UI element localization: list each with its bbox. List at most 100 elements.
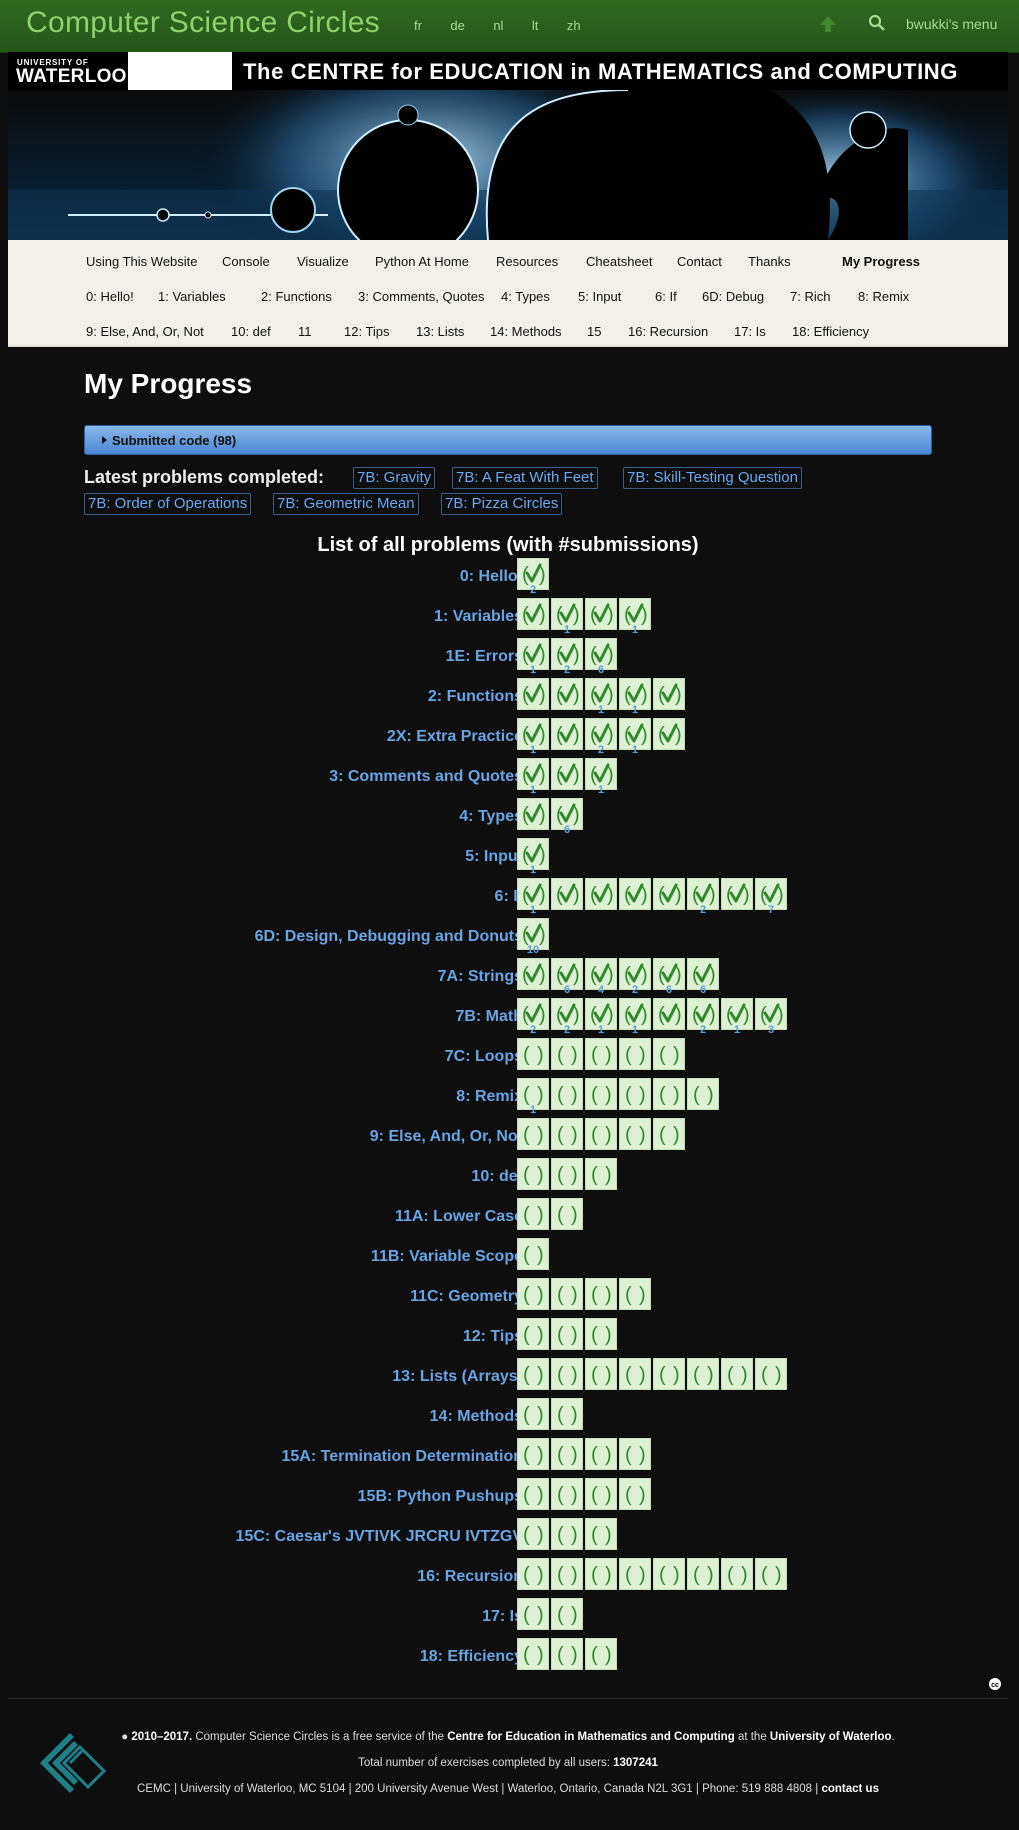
problem-incomplete-icon[interactable]: () xyxy=(551,1078,583,1110)
nav-link-visualize[interactable]: Visualize xyxy=(297,254,349,269)
contact-us-link[interactable]: contact us xyxy=(821,1783,879,1795)
problem-lesson-link[interactable]: 15B: Python Pushups xyxy=(358,1488,523,1506)
problem-incomplete-icon[interactable]: () xyxy=(619,1478,651,1510)
problem-incomplete-icon[interactable]: () xyxy=(585,1118,617,1150)
problem-incomplete-icon[interactable]: () xyxy=(619,1038,651,1070)
problem-lesson-link[interactable]: 7A: Strings xyxy=(438,968,523,986)
problem-complete-icon[interactable]: () xyxy=(517,598,549,630)
creative-commons-icon[interactable]: cc xyxy=(988,1677,1002,1691)
problem-complete-icon[interactable]: () xyxy=(653,678,685,710)
problem-incomplete-icon[interactable]: () xyxy=(585,1518,617,1550)
problem-lesson-link[interactable]: 9: Else, And, Or, Not xyxy=(370,1128,523,1146)
nav-link-thanks[interactable]: Thanks xyxy=(748,254,791,269)
problem-incomplete-icon[interactable]: () xyxy=(653,1038,685,1070)
lang-link-lt[interactable]: lt xyxy=(532,18,539,33)
cemc-title[interactable]: The CENTRE for EDUCATION in MATHEMATICS … xyxy=(243,59,958,85)
problem-incomplete-icon[interactable]: () xyxy=(585,1358,617,1390)
problem-complete-icon[interactable]: () xyxy=(653,878,685,910)
problem-incomplete-icon[interactable]: () xyxy=(551,1638,583,1670)
nav-lesson-2[interactable]: 2: Functions xyxy=(261,289,332,304)
nav-lesson-3[interactable]: 3: Comments, Quotes xyxy=(358,289,484,304)
problem-incomplete-icon[interactable]: () xyxy=(517,1398,549,1430)
problem-incomplete-icon[interactable]: () xyxy=(653,1558,685,1590)
problem-incomplete-icon[interactable]: () xyxy=(721,1558,753,1590)
nav-lesson-1[interactable]: 1: Variables xyxy=(158,289,226,304)
problem-incomplete-icon[interactable]: () xyxy=(517,1238,549,1270)
problem-incomplete-icon[interactable]: () xyxy=(551,1278,583,1310)
problem-incomplete-icon[interactable]: () xyxy=(755,1358,787,1390)
problem-incomplete-icon[interactable]: () xyxy=(687,1078,719,1110)
site-title[interactable]: Computer Science Circles xyxy=(26,6,380,40)
problem-lesson-link[interactable]: 10: def xyxy=(471,1168,523,1186)
nav-link-my-progress[interactable]: My Progress xyxy=(842,254,920,269)
problem-incomplete-icon[interactable]: () xyxy=(517,1558,549,1590)
problem-incomplete-icon[interactable]: () xyxy=(585,1478,617,1510)
problem-incomplete-icon[interactable]: () xyxy=(517,1478,549,1510)
nav-lesson-17[interactable]: 17: Is xyxy=(734,324,766,339)
latest-problem-link[interactable]: 7B: Pizza Circles xyxy=(441,493,563,515)
nav-lesson-5[interactable]: 5: Input xyxy=(578,289,621,304)
problem-lesson-link[interactable]: 12: Tips xyxy=(463,1328,523,1346)
problem-incomplete-icon[interactable]: () xyxy=(619,1558,651,1590)
problem-lesson-link[interactable]: 11A: Lower Case xyxy=(395,1208,523,1226)
problem-complete-icon[interactable]: () xyxy=(551,718,583,750)
problem-lesson-link[interactable]: 8: Remix xyxy=(456,1088,523,1106)
nav-lesson-16[interactable]: 16: Recursion xyxy=(628,324,708,339)
problem-lesson-link[interactable]: 14: Methods xyxy=(430,1408,523,1426)
nav-lesson-9[interactable]: 9: Else, And, Or, Not xyxy=(86,324,204,339)
problem-complete-icon[interactable]: () xyxy=(653,718,685,750)
problem-lesson-link[interactable]: 3: Comments and Quotes xyxy=(329,768,523,786)
nav-lesson-6d[interactable]: 6D: Debug xyxy=(702,289,764,304)
problem-incomplete-icon[interactable]: () xyxy=(585,1438,617,1470)
problem-incomplete-icon[interactable]: () xyxy=(551,1398,583,1430)
problem-incomplete-icon[interactable]: () xyxy=(517,1438,549,1470)
problem-complete-icon[interactable]: () xyxy=(517,798,549,830)
problem-incomplete-icon[interactable]: () xyxy=(517,1638,549,1670)
search-icon[interactable] xyxy=(868,14,886,32)
problem-incomplete-icon[interactable]: () xyxy=(619,1118,651,1150)
problem-incomplete-icon[interactable]: () xyxy=(721,1358,753,1390)
problem-incomplete-icon[interactable]: () xyxy=(619,1278,651,1310)
latest-problem-link[interactable]: 7B: Geometric Mean xyxy=(273,493,419,515)
nav-lesson-6[interactable]: 6: If xyxy=(655,289,677,304)
nav-lesson-8[interactable]: 8: Remix xyxy=(858,289,909,304)
nav-lesson-7[interactable]: 7: Rich xyxy=(790,289,830,304)
problem-incomplete-icon[interactable]: () xyxy=(551,1558,583,1590)
lang-link-fr[interactable]: fr xyxy=(414,18,422,33)
problem-incomplete-icon[interactable]: () xyxy=(551,1358,583,1390)
problem-incomplete-icon[interactable]: () xyxy=(653,1118,685,1150)
problem-lesson-link[interactable]: 7B: Math xyxy=(455,1008,523,1026)
nav-link-cheatsheet[interactable]: Cheatsheet xyxy=(586,254,653,269)
problem-incomplete-icon[interactable]: () xyxy=(585,1158,617,1190)
nav-link-using-this-website[interactable]: Using This Website xyxy=(86,254,198,269)
latest-problem-link[interactable]: 7B: Order of Operations xyxy=(84,493,252,515)
problem-lesson-link[interactable]: 2: Functions xyxy=(428,688,523,706)
latest-problem-link[interactable]: 7B: A Feat With Feet xyxy=(452,467,598,489)
problem-incomplete-icon[interactable]: () xyxy=(517,1158,549,1190)
problem-incomplete-icon[interactable]: () xyxy=(517,1278,549,1310)
waterloo-logo[interactable]: UNIVERSITY OF WATERLOO xyxy=(8,52,129,90)
problem-complete-icon[interactable]: () xyxy=(517,958,549,990)
problem-incomplete-icon[interactable]: () xyxy=(551,1438,583,1470)
problem-complete-icon[interactable]: () xyxy=(653,998,685,1030)
problem-incomplete-icon[interactable]: () xyxy=(551,1038,583,1070)
nav-lesson-12[interactable]: 12: Tips xyxy=(344,324,390,339)
lang-link-de[interactable]: de xyxy=(450,18,464,33)
nav-lesson-10[interactable]: 10: def xyxy=(231,324,271,339)
problem-incomplete-icon[interactable]: () xyxy=(551,1598,583,1630)
submitted-code-toggle[interactable]: Submitted code (98) xyxy=(84,425,932,455)
problem-lesson-link[interactable]: 5: Input xyxy=(465,848,523,866)
problem-complete-icon[interactable]: () xyxy=(517,678,549,710)
problem-incomplete-icon[interactable]: () xyxy=(551,1318,583,1350)
problem-incomplete-icon[interactable]: () xyxy=(585,1638,617,1670)
problem-incomplete-icon[interactable]: () xyxy=(687,1558,719,1590)
problem-incomplete-icon[interactable]: () xyxy=(517,1038,549,1070)
problem-incomplete-icon[interactable]: () xyxy=(551,1118,583,1150)
problem-incomplete-icon[interactable]: () xyxy=(551,1158,583,1190)
problem-complete-icon[interactable]: () xyxy=(585,598,617,630)
latest-problem-link[interactable]: 7B: Skill-Testing Question xyxy=(623,467,802,489)
problem-incomplete-icon[interactable]: () xyxy=(653,1078,685,1110)
problem-incomplete-icon[interactable]: () xyxy=(619,1358,651,1390)
problem-lesson-link[interactable]: 11B: Variable Scope xyxy=(371,1248,523,1266)
nav-link-console[interactable]: Console xyxy=(222,254,270,269)
